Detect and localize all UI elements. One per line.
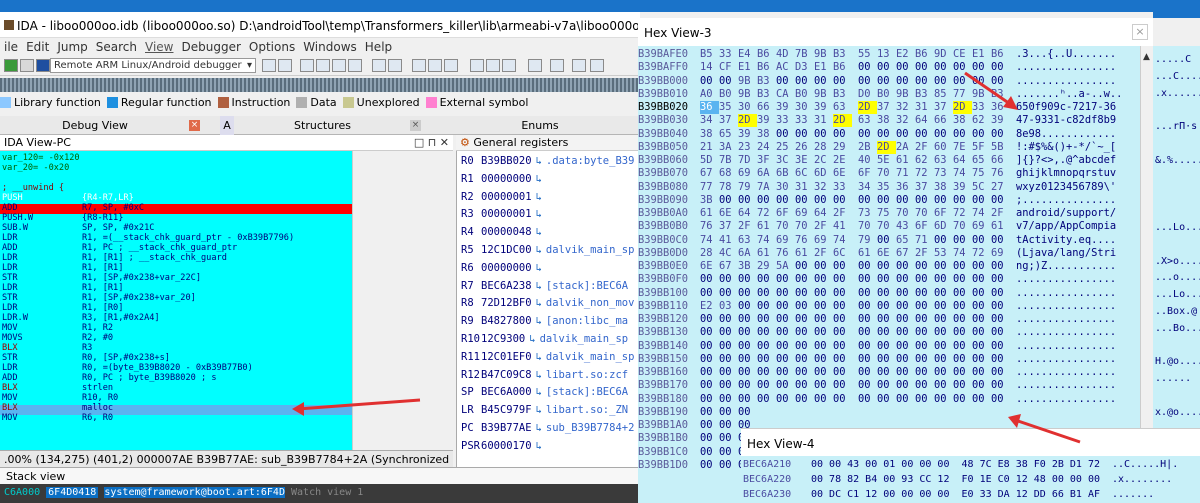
arrow-to-string bbox=[964, 71, 1014, 108]
arrow-head bbox=[1003, 96, 1018, 110]
arrow-head bbox=[292, 402, 304, 416]
arrow-to-strlen bbox=[297, 398, 421, 411]
arrow-to-hexview4 bbox=[1014, 418, 1081, 444]
annotation-arrows bbox=[292, 71, 1081, 444]
